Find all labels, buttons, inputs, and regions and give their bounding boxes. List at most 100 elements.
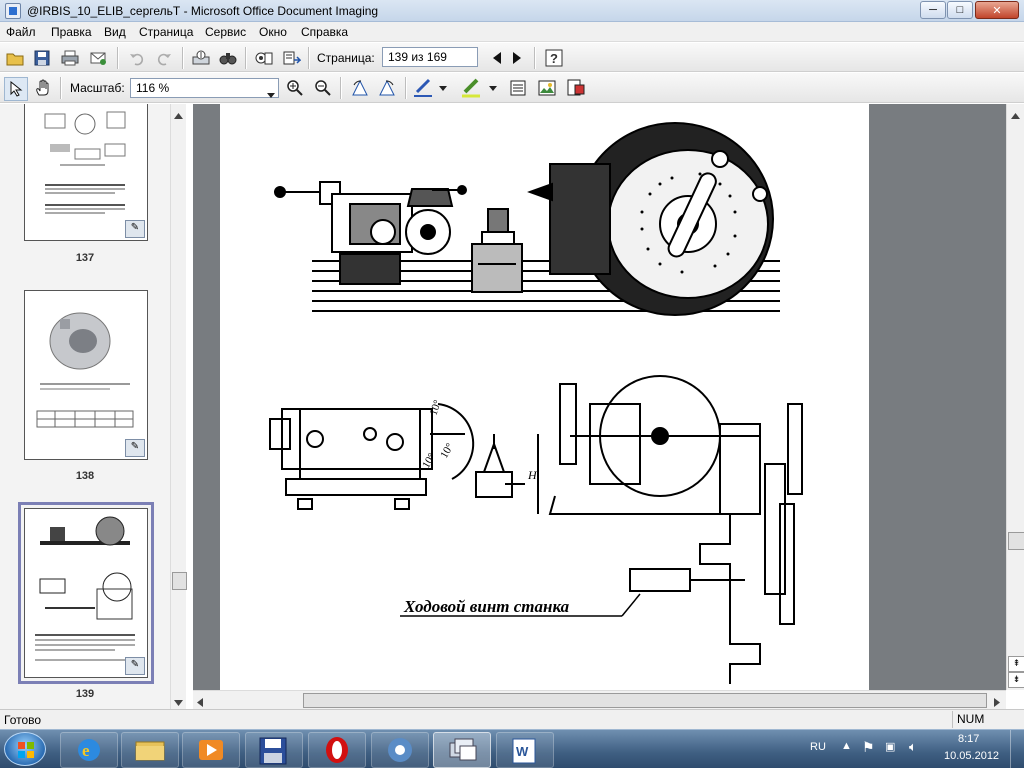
menu-view[interactable]: Вид — [104, 25, 126, 39]
pen-dropdown-icon[interactable] — [436, 77, 450, 99]
thumbnail-page-137[interactable]: ✎ — [24, 104, 148, 241]
ocr-icon[interactable] — [253, 47, 275, 69]
tailstock-left — [274, 181, 467, 285]
zoom-in-icon[interactable] — [284, 77, 306, 99]
highlighter-icon[interactable] — [460, 77, 482, 99]
save-icon[interactable] — [31, 47, 53, 69]
menu-page[interactable]: Страница — [139, 25, 193, 39]
help-icon[interactable]: ? — [543, 47, 565, 69]
zoom-out-icon[interactable] — [312, 77, 334, 99]
page-label: Страница: — [317, 51, 375, 65]
show-hidden-icons-icon[interactable]: ▲ — [841, 740, 852, 752]
page-status-icon: ✎ — [125, 657, 145, 675]
scroll-left-icon[interactable] — [197, 696, 203, 710]
thumbnail-panel: ✎ 137 ✎ 138 ✎ 139 — [0, 104, 186, 709]
page-drawing: 10° 10° 10° H Ходовой винт станка — [269, 122, 803, 684]
page-status-icon: ✎ — [125, 220, 145, 238]
thumbnail-page-138[interactable]: ✎ — [24, 290, 148, 460]
document-viewer[interactable]: 10° 10° 10° H Ходовой винт станка — [193, 104, 1006, 690]
thumbnail-scrollbar[interactable] — [170, 104, 187, 709]
menu-edit[interactable]: Правка — [51, 25, 92, 39]
opera-icon[interactable] — [308, 732, 366, 768]
scan-icon[interactable] — [190, 47, 212, 69]
app-icon — [5, 3, 21, 19]
ie-icon[interactable]: e — [60, 732, 118, 768]
pen-icon[interactable] — [412, 77, 434, 99]
scroll-up-icon[interactable] — [174, 108, 183, 122]
center-stand — [471, 208, 523, 293]
center-drawing — [475, 434, 525, 498]
chevron-down-icon[interactable] — [267, 85, 275, 103]
annotations-icon[interactable] — [565, 77, 587, 99]
scroll-right-icon[interactable] — [994, 696, 1000, 710]
picture-icon[interactable] — [536, 77, 558, 99]
thumbnail-label: 137 — [75, 252, 95, 264]
save-disk-icon[interactable] — [245, 732, 303, 768]
menu-window[interactable]: Окно — [259, 25, 287, 39]
select-icon[interactable] — [4, 77, 28, 101]
send-icon[interactable] — [87, 47, 109, 69]
page-number-input[interactable]: 139 из 169 — [382, 47, 478, 67]
thumbnail-label: 138 — [75, 470, 95, 482]
scroll-thumb[interactable] — [1008, 532, 1024, 550]
zoom-label: Масштаб: — [70, 81, 125, 95]
print-icon[interactable] — [59, 47, 81, 69]
media-player-icon[interactable] — [182, 732, 240, 768]
zoom-select[interactable]: 116 % — [130, 78, 279, 98]
status-bar: Готово NUM — [0, 709, 1024, 729]
open-icon[interactable] — [4, 47, 26, 69]
thumbnail-page-139[interactable]: ✎ — [18, 502, 154, 684]
maximize-button[interactable]: □ — [947, 1, 973, 19]
dividing-head-drawing — [537, 375, 803, 684]
svg-text:e: e — [82, 741, 90, 760]
svg-text:?: ? — [550, 51, 558, 66]
prev-page-icon[interactable] — [486, 47, 508, 69]
scroll-down-icon[interactable] — [174, 695, 183, 709]
window-title: @IRBIS_10_ELIB_сергельТ - Microsoft Offi… — [27, 4, 379, 18]
close-button[interactable]: ✕ — [975, 1, 1019, 19]
separator — [117, 47, 119, 69]
menu-tools[interactable]: Сервис — [205, 25, 246, 39]
language-indicator[interactable]: RU — [810, 741, 826, 753]
msodi-icon[interactable] — [371, 732, 429, 768]
hand-icon[interactable] — [32, 77, 54, 99]
start-button[interactable] — [4, 732, 46, 766]
separator — [245, 47, 247, 69]
undo-icon[interactable] — [126, 47, 148, 69]
find-icon[interactable] — [217, 47, 239, 69]
word-icon[interactable]: W — [496, 732, 554, 768]
redo-icon[interactable] — [153, 47, 175, 69]
highlighter-dropdown-icon[interactable] — [486, 77, 500, 99]
network-icon[interactable]: ▣ — [885, 740, 895, 753]
explorer-icon[interactable] — [121, 732, 179, 768]
clock-date[interactable]: 10.05.2012 — [944, 750, 999, 762]
angle-label: 10° — [428, 398, 445, 417]
caption-text: Ходовой винт станка — [403, 597, 570, 616]
menu-help[interactable]: Справка — [301, 25, 348, 39]
document-vertical-scrollbar[interactable]: ⇞ ⇟ — [1006, 104, 1024, 690]
zoom-value: 116 % — [136, 81, 170, 95]
windows-icon[interactable] — [433, 732, 491, 768]
action-center-flag-icon[interactable]: ⚑ — [862, 739, 875, 756]
separator — [182, 47, 184, 69]
minimize-button[interactable]: ─ — [920, 1, 946, 19]
separator — [340, 77, 342, 99]
document-horizontal-scrollbar[interactable] — [193, 690, 1006, 709]
clock-time[interactable]: 8:17 — [958, 733, 979, 745]
send-text-icon[interactable] — [281, 47, 303, 69]
thumbnail-image — [25, 509, 145, 675]
show-desktop-button[interactable] — [1010, 730, 1024, 769]
volume-icon[interactable]: 🔈︎ — [909, 739, 917, 755]
rotate-left-icon[interactable] — [349, 77, 371, 99]
next-page-scroll-icon[interactable]: ⇟ — [1008, 672, 1024, 688]
scroll-up-icon[interactable] — [1011, 108, 1020, 122]
scroll-thumb[interactable] — [303, 693, 987, 708]
next-page-icon[interactable] — [506, 47, 528, 69]
text-box-icon[interactable] — [507, 77, 529, 99]
menu-file[interactable]: Файл — [6, 25, 36, 39]
thumbnail-image — [25, 291, 145, 457]
rotate-right-icon[interactable] — [376, 77, 398, 99]
scroll-thumb[interactable] — [172, 572, 187, 590]
dividing-head — [527, 122, 774, 316]
prev-page-scroll-icon[interactable]: ⇞ — [1008, 656, 1024, 672]
